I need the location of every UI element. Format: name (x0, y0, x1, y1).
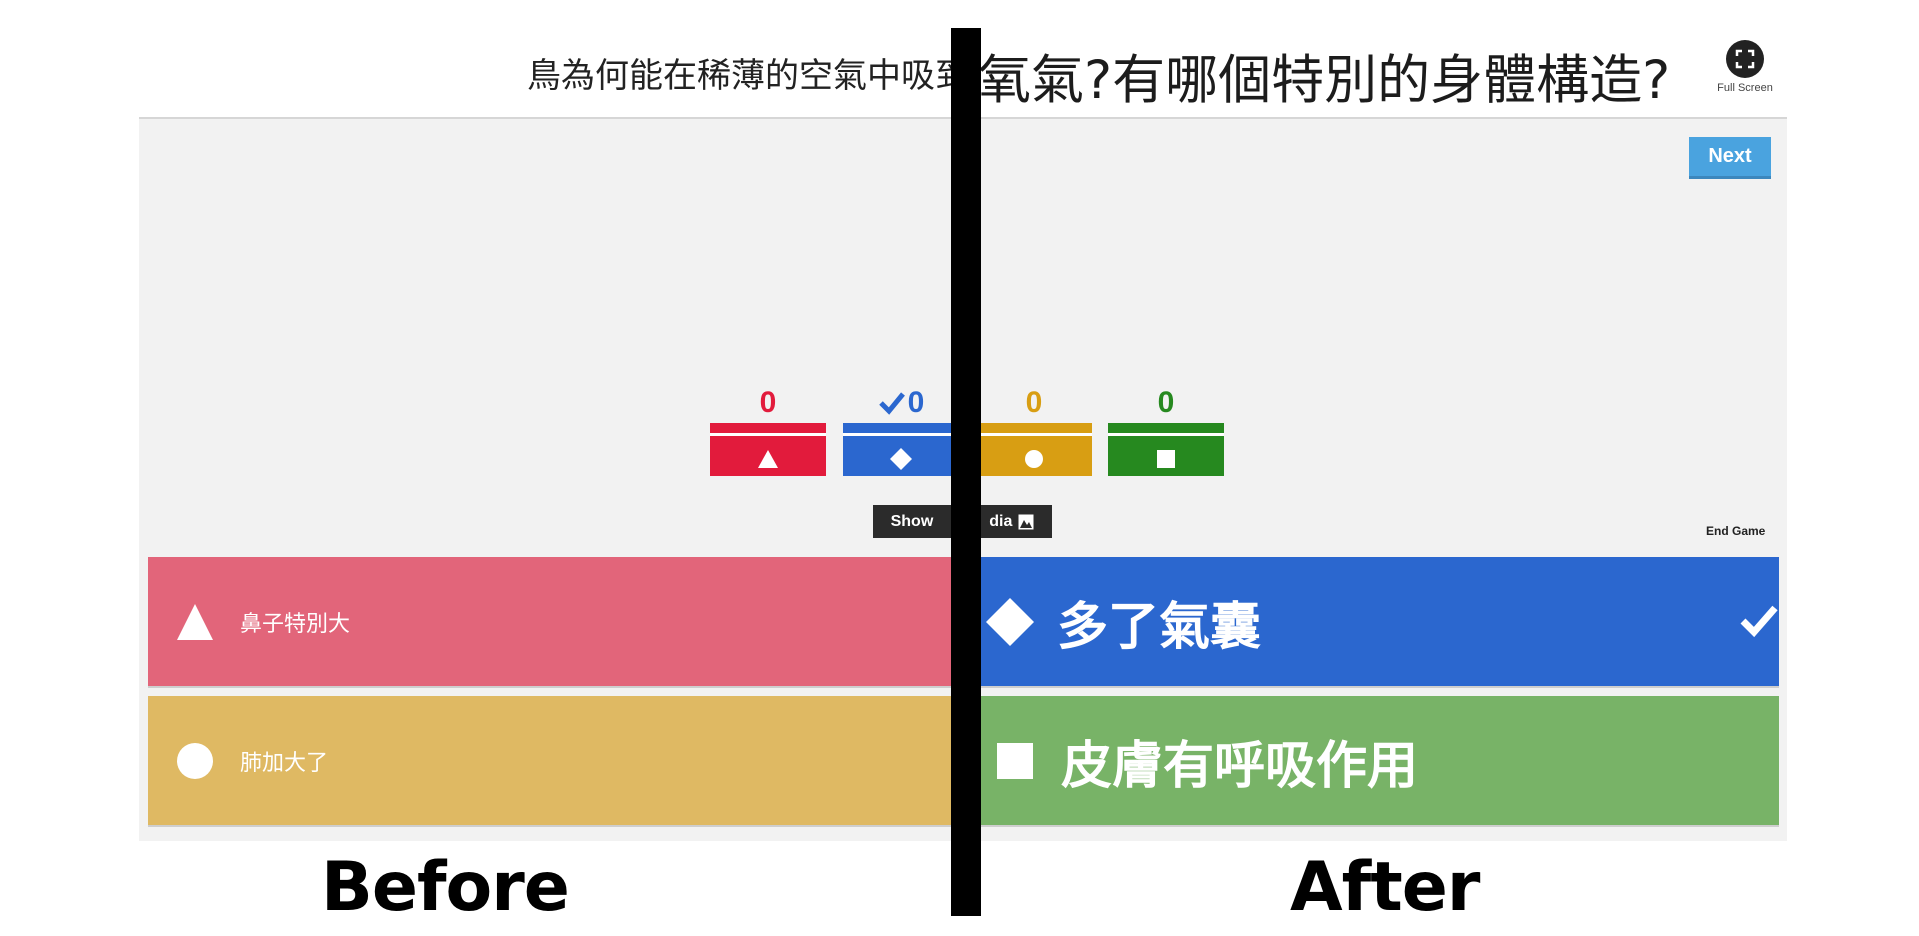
result-box-triangle (710, 423, 826, 476)
diamond-icon (890, 448, 912, 470)
next-button[interactable]: Next (1689, 137, 1771, 179)
fullscreen-button[interactable]: Full Screen (1717, 40, 1773, 94)
result-count-circle: 0 (1025, 386, 1043, 419)
result-box-diamond (843, 423, 959, 476)
answer-circle[interactable]: 肺加大了 (148, 696, 953, 825)
answer-label-circle: 肺加大了 (240, 750, 329, 776)
result-count-square: 0 (1157, 386, 1175, 419)
correct-check-icon (1740, 605, 1778, 638)
diamond-icon (986, 597, 1034, 646)
result-count-triangle: 0 (759, 386, 777, 419)
show-media-label-right: dia (989, 512, 1013, 530)
image-icon (1018, 514, 1034, 529)
fullscreen-label: Full Screen (1717, 82, 1773, 94)
result-count-diamond: 0 (907, 386, 925, 419)
caption-before: Before (321, 848, 570, 927)
result-bar-circle: 0 (976, 383, 1092, 476)
result-bar-diamond: 0 (843, 383, 959, 476)
check-icon (878, 392, 905, 415)
answer-diamond[interactable]: 多了氣囊 (970, 557, 1779, 686)
fullscreen-icon (1726, 40, 1764, 78)
answer-label-triangle: 鼻子特別大 (240, 611, 351, 637)
answer-label-square: 皮膚有呼吸作用 (1061, 736, 1419, 796)
result-box-square (1108, 423, 1224, 476)
answer-square[interactable]: 皮膚有呼吸作用 (970, 696, 1779, 825)
caption-after: After (1290, 848, 1480, 927)
result-bar-square: 0 (1108, 383, 1224, 476)
triangle-icon (177, 603, 213, 640)
square-icon (997, 742, 1033, 779)
question-title-before: 鳥為何能在稀薄的空氣中吸到 (527, 56, 967, 96)
answer-triangle[interactable]: 鼻子特別大 (148, 557, 953, 686)
circle-icon (1025, 450, 1043, 468)
answer-label-diamond: 多了氣囊 (1057, 597, 1262, 657)
triangle-icon (758, 450, 778, 468)
question-title-after: 氧氣?有哪個特別的身體構造? (978, 50, 1671, 111)
result-box-circle (976, 423, 1092, 476)
circle-icon (177, 742, 213, 779)
before-after-divider (951, 28, 981, 916)
show-media-label-left: Show (890, 512, 934, 530)
square-icon (1157, 450, 1175, 468)
end-game-link[interactable]: End Game (1706, 524, 1765, 538)
result-bar-triangle: 0 (710, 383, 826, 476)
